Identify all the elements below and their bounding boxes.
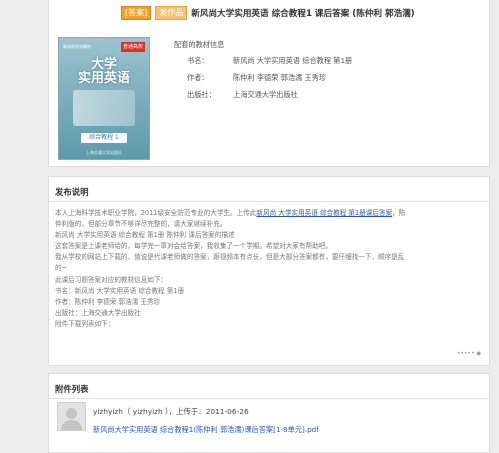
info-label: 书名： [187, 56, 209, 65]
release-line: 附件下载列表如下： [55, 319, 115, 328]
book-info-heading: 配套的教材信息 [174, 40, 225, 49]
publish-tag[interactable]: 发作品 [155, 6, 188, 20]
release-line: 此课后习题答案对应的教材信息如下： [55, 275, 168, 284]
page-title: 新风尚大学实用英语 综合教程1 课后答案 (陈仲利 郭浩濡) [191, 9, 415, 19]
answer-link[interactable]: 新风尚 大学实用英语 综合教程 第1册课后答案 [256, 209, 392, 217]
release-line: 出版社：上海交通大学出版社 [55, 308, 141, 317]
book-info-row-author: 作者： 陈仲利 李德荣 郭浩濡 王秀珍 [187, 73, 326, 83]
release-line: 的~ [55, 264, 68, 273]
attachments-card: 附件列表 yizhyizh（ yizhyizh ），上传于：2011-06-26… [48, 373, 490, 453]
release-divider [49, 201, 489, 202]
attachments-divider [49, 398, 489, 399]
info-label: 作者： [187, 73, 209, 82]
release-notes-body: 本人上海科学技术职业学院，2011级安全防范专业的大学生。上传此新风尚 大学实用… [55, 208, 483, 330]
book-info-row-publisher: 出版社： 上海交通大学出版社 [187, 90, 298, 100]
cover-level-label: 综合教程 1 [81, 133, 127, 143]
release-line: 作者：陈仲利 李德荣 郭浩濡 王秀珍 [55, 297, 161, 306]
uploader-avatar-icon[interactable] [57, 402, 86, 431]
answer-tag[interactable]: [答案] [121, 6, 152, 20]
book-info-row-title: 书名： 新风尚 大学实用英语 综合教程 第1册 [187, 56, 352, 66]
release-line: 我从学校的网站上下载的，值说是代课老师做的答案，跟视频本有点长，但是大部分答案都… [55, 253, 405, 262]
info-value: 新风尚 大学实用英语 综合教程 第1册 [233, 56, 353, 65]
release-line: 书名：新风尚 大学实用英语 综合教程 第1册 [55, 286, 185, 295]
cover-title-line1: 大学 [90, 57, 117, 72]
cover-photo [73, 90, 135, 126]
release-notes-title: 发布说明 [55, 187, 89, 197]
release-line: 这套答案是上课老师给的，每学完一章对会给答案，我收集了一个学期。希望对大家有帮助… [55, 242, 332, 251]
cover-title-line2: 实用英语 [77, 71, 130, 86]
release-line: 仲利版的，但部分章节不够详尽完整的，请大家继续补充。 [55, 220, 227, 229]
cover-badge: 普通高校 [121, 42, 145, 52]
cover-series-text: 新风尚系列教材 [63, 44, 91, 49]
release-line: 本人上海科学技术职业学院，2011级安全防范专业的大学生。上传此新风尚 大学实用… [55, 208, 483, 219]
expand-more-indicator[interactable]: ••••• ◆ [457, 350, 481, 357]
book-cover-image[interactable]: 新风尚系列教材 普通高校 大学 实用英语 综合教程 1 上海交通大学出版社 [58, 37, 150, 160]
cover-publisher: 上海交通大学出版社 [86, 150, 122, 155]
attachment-file-link[interactable]: 新风尚大学实用英语 综合教程1(陈仲利 郭浩濡)课后答案[1-8单元].pdf [93, 425, 319, 435]
uploader-info: yizhyizh（ yizhyizh ），上传于：2011-06-26 [93, 407, 249, 416]
release-notes-card: 发布说明 本人上海科学技术职业学院，2011级安全防范专业的大学生。上传此新风尚… [48, 176, 490, 366]
info-label: 出版社： [187, 90, 216, 99]
info-value: 上海交通大学出版社 [233, 90, 298, 99]
release-text: ，陈 [392, 209, 406, 217]
attachments-title: 附件列表 [55, 384, 89, 394]
release-line: 新风尚 大学实用英语 综合教程 第1册 陈仲利 课后答案的描述 [55, 231, 235, 240]
info-value: 陈仲利 李德荣 郭浩濡 王秀珍 [233, 73, 327, 82]
cover-title: 大学 实用英语 [59, 58, 149, 86]
avatar-shoulders-shape [61, 420, 82, 430]
avatar-head-shape [66, 408, 77, 419]
release-text: 本人上海科学技术职业学院，2011级安全防范专业的大学生。上传此 [55, 209, 257, 217]
answer-title-row: [答案] 发作品 新风尚大学实用英语 综合教程1 课后答案 (陈仲利 郭浩濡) [121, 6, 415, 20]
answer-header-card: [答案] 发作品 新风尚大学实用英语 综合教程1 课后答案 (陈仲利 郭浩濡) … [48, 0, 490, 167]
